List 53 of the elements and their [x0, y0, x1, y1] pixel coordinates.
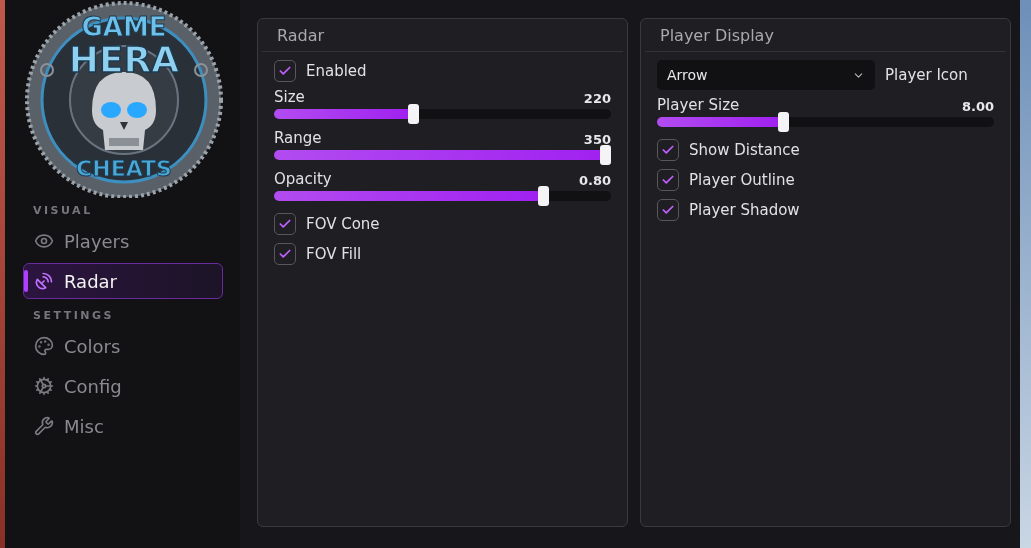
checkbox[interactable] [274, 60, 296, 82]
slider[interactable] [274, 104, 611, 124]
palette-icon [34, 336, 54, 356]
check-icon [278, 247, 292, 261]
slider-thumb[interactable] [600, 145, 611, 165]
sidebar-item[interactable]: Radar [23, 263, 223, 299]
checkbox-label: Enabled [306, 62, 367, 80]
slider[interactable] [274, 186, 611, 206]
slider-value: 350 [583, 132, 611, 147]
sidebar-item[interactable]: Config [23, 368, 223, 404]
checkbox[interactable] [274, 213, 296, 235]
check-icon [278, 64, 292, 78]
check-icon [278, 217, 292, 231]
gear-icon [34, 376, 54, 396]
check-icon [661, 203, 675, 217]
checkbox[interactable] [657, 199, 679, 221]
dropdown-label: Player Icon [885, 66, 968, 84]
slider-label: Player Size [657, 96, 740, 114]
check-icon [661, 143, 675, 157]
section-title: VISUAL [33, 204, 94, 217]
sidebar-item[interactable]: Players [23, 223, 223, 259]
section-title: SETTINGS [33, 309, 115, 322]
eye-icon [34, 231, 54, 251]
wrench-icon [34, 416, 54, 436]
checkbox[interactable] [657, 139, 679, 161]
sidebar-item[interactable]: Colors [23, 328, 223, 364]
logo-text: HERA [68, 39, 180, 80]
slider-thumb[interactable] [407, 104, 419, 124]
checkbox[interactable] [657, 169, 679, 191]
check-icon [661, 173, 675, 187]
checkbox-label: FOV Fill [306, 245, 362, 263]
panel-title: Player Display [645, 19, 1006, 52]
checkbox-label: FOV Cone [306, 215, 380, 233]
slider-value: 0.80 [578, 173, 611, 188]
slider-label: Opacity [274, 170, 332, 188]
checkbox-label: Show Distance [689, 141, 800, 159]
checkbox[interactable] [274, 243, 296, 265]
slider[interactable] [274, 145, 611, 165]
dropdown[interactable]: Arrow [657, 60, 875, 90]
satellite-dish-icon [34, 271, 54, 291]
slider-thumb[interactable] [538, 186, 550, 206]
slider-label: Size [274, 88, 305, 106]
slider-thumb[interactable] [777, 112, 789, 132]
panel-title: Radar [262, 19, 623, 52]
slider-label: Range [274, 129, 322, 147]
logo-text: GAME [81, 12, 167, 42]
slider-value: 220 [583, 91, 611, 106]
checkbox-label: Player Shadow [689, 201, 800, 219]
logo-text: CHEATS [76, 156, 172, 181]
checkbox-label: Player Outline [689, 171, 795, 189]
slider[interactable] [657, 112, 994, 132]
sidebar-item[interactable]: Misc [23, 408, 223, 444]
slider-value: 8.00 [961, 99, 994, 114]
